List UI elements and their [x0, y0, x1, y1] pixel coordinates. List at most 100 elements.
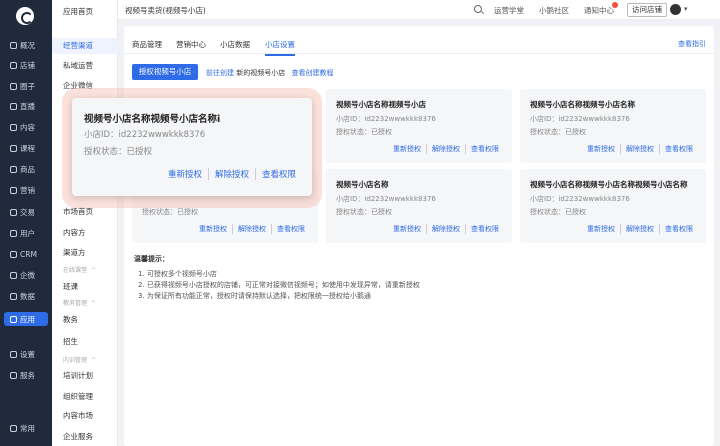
view-permissions-button[interactable]: 查看权限	[254, 168, 302, 180]
unauthorize-button[interactable]: 解除授权	[426, 224, 465, 234]
nav-icon	[10, 41, 17, 49]
chevron-down-icon[interactable]: ▾	[684, 5, 688, 13]
submenu-item[interactable]: 渠道方	[52, 245, 118, 261]
visit-store-button[interactable]: 访问店铺	[627, 3, 667, 17]
store-name: 视频号小店名称	[336, 180, 389, 189]
store-card: 视频号小店名称视频号小店名称视频号小店名称 小店ID：id2232wwwkkk8…	[520, 169, 706, 243]
submenu-item[interactable]: 招生	[52, 334, 118, 350]
view-permissions-button[interactable]: 查看权限	[271, 224, 310, 234]
nav-icon	[10, 315, 17, 323]
rail-item[interactable]: 服务	[4, 368, 48, 382]
reauthorize-button[interactable]: 重新授权	[162, 168, 208, 180]
chevron-up-icon: ⌃	[91, 357, 97, 364]
rail-item-label: 圈子	[20, 81, 35, 91]
app-logo-icon[interactable]	[16, 7, 34, 25]
tips-heading: 温馨提示：	[134, 255, 169, 263]
tab-bar: 商品管理 营销中心 小店数据 小店设置 查看指引	[124, 26, 714, 56]
nav-icon	[10, 292, 17, 300]
store-name: 视频号小店名称视频号小店名称	[530, 100, 635, 109]
store-name: 视频号小店名称视频号小店名称视频号小店名称	[530, 180, 688, 189]
topbar-link-school[interactable]: 运营学堂	[494, 5, 524, 16]
nav-icon	[10, 61, 17, 69]
authorize-store-button[interactable]: 授权视频号小店	[132, 64, 198, 80]
submenu-item[interactable]: 内容方	[52, 225, 118, 241]
view-permissions-button[interactable]: 查看权限	[659, 144, 698, 154]
reauthorize-button[interactable]: 重新授权	[582, 224, 620, 234]
rail-item[interactable]: 营销	[4, 183, 48, 197]
rail-item[interactable]: 内容	[4, 120, 48, 134]
store-status: 授权状态：已授权	[530, 128, 586, 136]
tab-product-management[interactable]: 商品管理	[132, 39, 162, 50]
rail-item[interactable]: 企微	[4, 268, 48, 282]
go-create-link[interactable]: 前往创建	[206, 69, 234, 77]
rail-item-label: 服务	[20, 370, 35, 380]
rail-item-label: 交易	[20, 207, 35, 217]
submenu-group-label: 教务管理	[63, 300, 88, 307]
rail-item-label: 课程	[20, 143, 35, 153]
submenu-home[interactable]: 应用首页	[52, 4, 118, 20]
submenu-item[interactable]: 私域运营	[52, 58, 118, 74]
view-permissions-button[interactable]: 查看权限	[659, 224, 698, 234]
search-icon[interactable]	[474, 5, 482, 13]
view-permissions-button[interactable]: 查看权限	[465, 224, 504, 234]
rail-item[interactable]: 直播	[4, 99, 48, 113]
unauthorize-button[interactable]: 解除授权	[620, 144, 659, 154]
topbar-link-community[interactable]: 小鹅社区	[539, 5, 569, 16]
submenu-group-header[interactable]: 内训管理 ⌃	[52, 355, 118, 364]
rail-item-label: 商品	[20, 164, 35, 174]
store-status: 授权状态：已授权	[336, 208, 392, 216]
reauthorize-button[interactable]: 重新授权	[388, 224, 426, 234]
submenu-item[interactable]: 教务	[52, 312, 118, 328]
reauthorize-button[interactable]: 重新授权	[582, 144, 620, 154]
rail-item[interactable]: 应用	[4, 312, 48, 326]
submenu-item[interactable]: 组织管理	[52, 389, 118, 405]
rail-item[interactable]: 商品	[4, 162, 48, 176]
rail-item[interactable]: 设置	[4, 347, 48, 361]
chevron-up-icon: ⌃	[91, 300, 97, 307]
rail-item[interactable]: CRM	[4, 247, 48, 261]
unauthorize-button[interactable]: 解除授权	[207, 168, 255, 180]
nav-icon	[10, 424, 17, 432]
rail-item[interactable]: 交易	[4, 205, 48, 219]
rail-item-label: 直播	[20, 101, 35, 111]
tip-line: 1. 可授权多个视频号小店	[138, 270, 217, 278]
submenu-item[interactable]: 经营渠道	[52, 38, 118, 54]
submenu-item[interactable]: 培训计划	[52, 368, 118, 384]
rail-item[interactable]: 用户	[4, 226, 48, 240]
unauthorize-button[interactable]: 解除授权	[426, 144, 465, 154]
submenu-group-header[interactable]: 教务管理 ⌃	[52, 298, 118, 307]
submenu-group-label: 在线课堂	[63, 267, 88, 274]
topbar-link-notifications[interactable]: 通知中心	[584, 5, 614, 16]
submenu-item[interactable]: 内容市场	[52, 408, 118, 424]
unauthorize-button[interactable]: 解除授权	[620, 224, 659, 234]
tab-store-data[interactable]: 小店数据	[220, 39, 250, 50]
rail-item-label: 内容	[20, 122, 35, 132]
store-id: 小店ID：id2232wwwkkk8376	[336, 195, 436, 203]
reauthorize-button[interactable]: 重新授权	[194, 224, 232, 234]
tab-store-settings[interactable]: 小店设置	[265, 39, 295, 56]
store-id: 小店ID：id2232wwwkkk8376	[84, 130, 206, 140]
view-permissions-button[interactable]: 查看权限	[465, 144, 504, 154]
submenu-group-header[interactable]: 在线课堂 ⌃	[52, 265, 118, 274]
store-card: 视频号小店名称视频号小店 小店ID：id2232wwwkkk8376 授权状态：…	[326, 89, 512, 163]
view-guide-link[interactable]: 查看指引	[678, 39, 706, 49]
rail-item[interactable]: 店铺	[4, 58, 48, 72]
unauthorize-button[interactable]: 解除授权	[232, 224, 271, 234]
avatar[interactable]	[670, 4, 681, 15]
tips-section: 温馨提示： 1. 可授权多个视频号小店 2. 已获得视频号小店授权的店铺，可正常…	[134, 254, 420, 302]
create-store-line: 前往创建 新的视频号小店 查看创建教程	[206, 68, 333, 78]
tab-marketing-center[interactable]: 营销中心	[176, 39, 206, 50]
submenu-item[interactable]: 班课	[52, 279, 118, 295]
rail-item-label: 店铺	[20, 60, 35, 70]
rail-item[interactable]: 常用	[4, 421, 48, 435]
rail-item[interactable]: 圈子	[4, 79, 48, 93]
rail-item[interactable]: 数据	[4, 289, 48, 303]
create-tutorial-link[interactable]: 查看创建教程	[291, 69, 333, 77]
reauthorize-button[interactable]: 重新授权	[388, 144, 426, 154]
submenu-item[interactable]: 企业服务	[52, 429, 118, 445]
create-line-text: 新的视频号小店	[236, 69, 286, 77]
rail-item[interactable]: 课程	[4, 141, 48, 155]
rail-item-label: 营销	[20, 185, 35, 195]
rail-item[interactable]: 概况	[4, 38, 48, 52]
store-card: 视频号小店名称视频号小店名称 小店ID：id2232wwwkkk8376 授权状…	[520, 89, 706, 163]
